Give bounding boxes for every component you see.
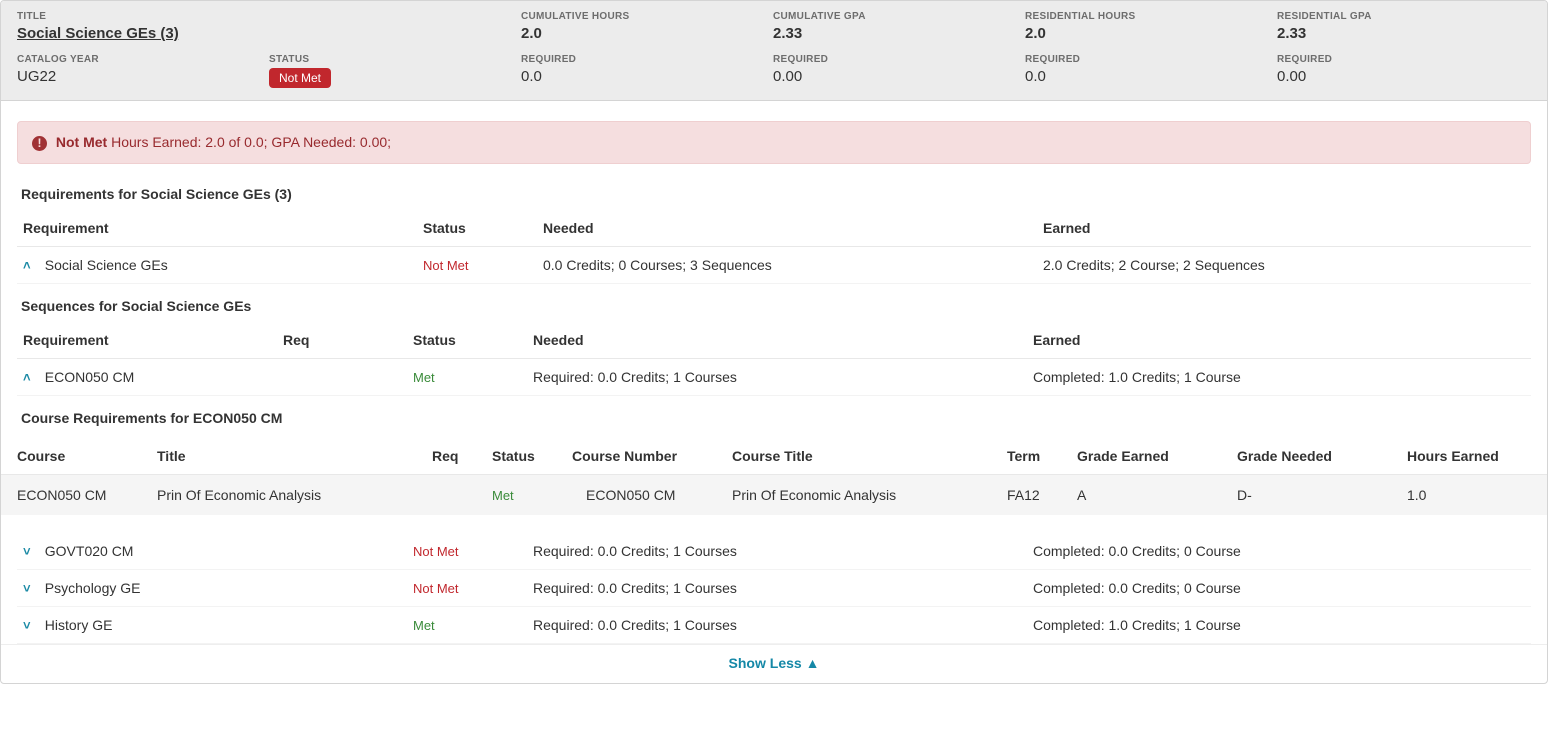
table-row: ˅ History GE Met Required: 0.0 Credits; … xyxy=(17,606,1531,643)
chevron-down-icon[interactable]: ˅ xyxy=(23,544,37,559)
hours-earned-value: 1.0 xyxy=(1401,474,1547,515)
sequence-name[interactable]: History GE xyxy=(45,617,113,633)
course-requirements-section-title: Course Requirements for ECON050 CM xyxy=(21,410,1531,426)
alert-not-met: ! Not Met Hours Earned: 2.0 of 0.0; GPA … xyxy=(17,121,1531,164)
residential-hours-label: RESIDENTIAL HOURS xyxy=(1025,11,1277,22)
cumulative-hours-label: CUMULATIVE HOURS xyxy=(521,11,773,22)
col-status: Status xyxy=(407,326,527,359)
cumulative-gpa-label: CUMULATIVE GPA xyxy=(773,11,1025,22)
chevron-up-icon[interactable]: ˄ xyxy=(23,370,37,385)
col-course-title: Course Title xyxy=(726,438,1001,475)
title-label: TITLE xyxy=(17,11,269,22)
sequences-section-title: Sequences for Social Science GEs xyxy=(21,298,1531,314)
required-1-label: REQUIRED xyxy=(521,54,773,65)
footer: Show Less ▲ xyxy=(1,644,1547,683)
term-value: FA12 xyxy=(1001,474,1071,515)
col-needed: Needed xyxy=(537,214,1037,247)
alert-text: Hours Earned: 2.0 of 0.0; GPA Needed: 0.… xyxy=(111,134,391,150)
col-title: Title xyxy=(151,438,426,475)
col-term: Term xyxy=(1001,438,1071,475)
table-row: ECON050 CM Prin Of Economic Analysis Met… xyxy=(1,474,1547,515)
status-value: Met xyxy=(413,618,435,633)
table-row: ˄ Social Science GEs Not Met 0.0 Credits… xyxy=(17,246,1531,283)
requirements-table: Requirement Status Needed Earned ˄ Socia… xyxy=(17,214,1531,284)
table-row: ˅ Psychology GE Not Met Required: 0.0 Cr… xyxy=(17,569,1531,606)
course-number: ECON050 CM xyxy=(566,474,726,515)
status-label: STATUS xyxy=(269,54,521,65)
col-status: Status xyxy=(486,438,566,475)
course-requirements-table: Course Title Req Status Course Number Co… xyxy=(1,438,1547,515)
required-4-label: REQUIRED xyxy=(1277,54,1529,65)
course-code: ECON050 CM xyxy=(1,474,151,515)
title-link[interactable]: Social Science GEs (3) xyxy=(17,25,179,42)
required-3-value: 0.0 xyxy=(1025,68,1277,85)
chevron-up-icon[interactable]: ˄ xyxy=(23,258,37,273)
sequences-table: Requirement Req Status Needed Earned ˄ E… xyxy=(17,326,1531,396)
chevron-down-icon[interactable]: ˅ xyxy=(23,581,37,596)
col-earned: Earned xyxy=(1027,326,1531,359)
sequence-name[interactable]: GOVT020 CM xyxy=(45,543,134,559)
course-req xyxy=(426,474,486,515)
col-course-number: Course Number xyxy=(566,438,726,475)
col-status: Status xyxy=(417,214,537,247)
needed-value: Required: 0.0 Credits; 1 Courses xyxy=(527,533,1027,570)
col-grade-earned: Grade Earned xyxy=(1071,438,1231,475)
sequence-name[interactable]: ECON050 CM xyxy=(45,369,134,385)
col-req: Req xyxy=(426,438,486,475)
alert-status: Not Met xyxy=(56,134,107,150)
cumulative-gpa-value: 2.33 xyxy=(773,25,1025,42)
show-less-button[interactable]: Show Less ▲ xyxy=(729,655,820,671)
status-value: Not Met xyxy=(413,544,459,559)
required-2-label: REQUIRED xyxy=(773,54,1025,65)
status-badge: Not Met xyxy=(269,68,331,88)
course-title-2: Prin Of Economic Analysis xyxy=(726,474,1001,515)
needed-value: Required: 0.0 Credits; 1 Courses xyxy=(527,569,1027,606)
needed-value: Required: 0.0 Credits; 1 Courses xyxy=(527,606,1027,643)
residential-gpa-label: RESIDENTIAL GPA xyxy=(1277,11,1529,22)
residential-gpa-value: 2.33 xyxy=(1277,25,1529,42)
cumulative-hours-value: 2.0 xyxy=(521,25,773,42)
required-4-value: 0.00 xyxy=(1277,68,1529,85)
col-grade-needed: Grade Needed xyxy=(1231,438,1401,475)
required-3-label: REQUIRED xyxy=(1025,54,1277,65)
requirements-section-title: Requirements for Social Science GEs (3) xyxy=(21,186,1531,202)
earned-value: 2.0 Credits; 2 Course; 2 Sequences xyxy=(1037,246,1531,283)
col-req: Req xyxy=(277,326,407,359)
col-hours-earned: Hours Earned xyxy=(1401,438,1547,475)
residential-hours-value: 2.0 xyxy=(1025,25,1277,42)
col-requirement: Requirement xyxy=(17,214,417,247)
earned-value: Completed: 1.0 Credits; 1 Course xyxy=(1027,358,1531,395)
requirement-name[interactable]: Social Science GEs xyxy=(45,257,168,273)
grade-needed-value: D- xyxy=(1231,474,1401,515)
needed-value: 0.0 Credits; 0 Courses; 3 Sequences xyxy=(537,246,1037,283)
status-value: Met xyxy=(413,370,435,385)
status-value: Not Met xyxy=(413,581,459,596)
required-2-value: 0.00 xyxy=(773,68,1025,85)
earned-value: Completed: 0.0 Credits; 0 Course xyxy=(1027,533,1531,570)
earned-value: Completed: 0.0 Credits; 0 Course xyxy=(1027,569,1531,606)
sequence-name[interactable]: Psychology GE xyxy=(45,580,141,596)
needed-value: Required: 0.0 Credits; 1 Courses xyxy=(527,358,1027,395)
alert-icon: ! xyxy=(32,136,47,151)
course-title: Prin Of Economic Analysis xyxy=(151,474,426,515)
summary-header: TITLE Social Science GEs (3) CUMULATIVE … xyxy=(1,1,1547,101)
table-row: ˄ ECON050 CM Met Required: 0.0 Credits; … xyxy=(17,358,1531,395)
col-earned: Earned xyxy=(1037,214,1531,247)
sequences-table-more: ˅ GOVT020 CM Not Met Required: 0.0 Credi… xyxy=(17,533,1531,644)
catalog-year-value: UG22 xyxy=(17,68,269,85)
chevron-down-icon[interactable]: ˅ xyxy=(23,618,37,633)
col-course: Course xyxy=(1,438,151,475)
required-1-value: 0.0 xyxy=(521,68,773,85)
table-row: ˅ GOVT020 CM Not Met Required: 0.0 Credi… xyxy=(17,533,1531,570)
status-value: Met xyxy=(492,488,514,503)
earned-value: Completed: 1.0 Credits; 1 Course xyxy=(1027,606,1531,643)
col-needed: Needed xyxy=(527,326,1027,359)
col-requirement: Requirement xyxy=(17,326,277,359)
catalog-year-label: CATALOG YEAR xyxy=(17,54,269,65)
grade-earned-value: A xyxy=(1071,474,1231,515)
status-value: Not Met xyxy=(423,258,469,273)
